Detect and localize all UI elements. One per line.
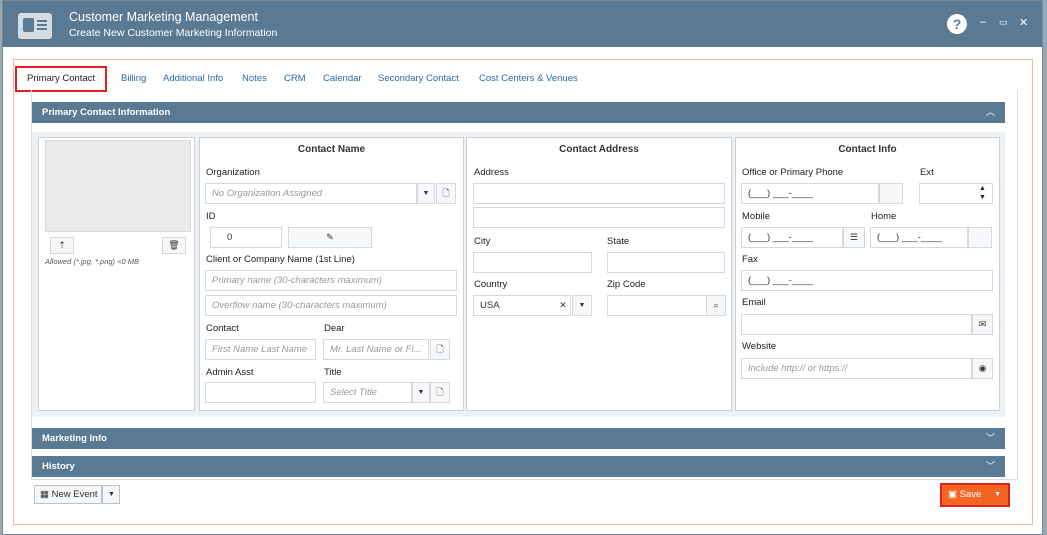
organization-label: Organization <box>206 167 260 178</box>
help-icon[interactable]: ? <box>947 14 967 34</box>
tab-secondary-contact[interactable]: Secondary Contact <box>378 68 459 90</box>
city-label: City <box>474 236 491 247</box>
home-label: Home <box>871 211 897 222</box>
tab-additional-info[interactable]: Additional Info <box>163 68 223 90</box>
history-section-header[interactable]: History ﹀ <box>32 456 1005 477</box>
chevron-down-icon[interactable]: ﹀ <box>986 456 995 477</box>
ext-label: Ext <box>920 167 934 178</box>
office-phone-input[interactable]: (___) ___-____ <box>741 183 879 204</box>
home-phone-input[interactable]: (___) ___-____ <box>870 227 968 248</box>
tab-crm[interactable]: CRM <box>284 68 306 90</box>
contact-address-title: Contact Address <box>559 144 639 155</box>
dear-document-icon[interactable]: 🗋 <box>430 339 450 360</box>
email-label: Email <box>742 297 766 308</box>
tab-billing[interactable]: Billing <box>121 68 146 90</box>
chevron-down-icon[interactable]: ﹀ <box>986 428 995 449</box>
country-label: Country <box>474 279 508 290</box>
contact-card-icon <box>18 13 52 39</box>
new-event-label: New Event <box>51 489 98 500</box>
window-subtitle: Create New Customer Marketing Informatio… <box>69 27 278 39</box>
chevron-up-icon[interactable]: ︿ <box>986 102 995 123</box>
rss-icon[interactable]: ☰ <box>843 227 865 248</box>
state-input[interactable] <box>607 252 725 273</box>
section-title: History <box>42 461 75 472</box>
home-phone-action[interactable] <box>968 227 992 248</box>
contact-name-title: Contact Name <box>297 144 366 155</box>
contact-address-box: Contact Address <box>466 137 732 411</box>
edit-pencil-icon[interactable]: ✎ <box>288 227 372 248</box>
tab-calendar[interactable]: Calendar <box>323 68 362 90</box>
admin-asst-label: Admin Asst <box>206 367 254 378</box>
title-bar: Customer Marketing Management Create New… <box>3 1 1042 47</box>
mobile-phone-input[interactable]: (___) ___-____ <box>741 227 843 248</box>
website-input[interactable]: Include http:// or https:// <box>741 358 972 379</box>
main-window: Customer Marketing Management Create New… <box>2 0 1043 535</box>
mobile-label: Mobile <box>742 211 770 222</box>
clear-icon[interactable]: ✕ <box>556 296 570 315</box>
save-dropdown-icon[interactable]: ▼ <box>994 485 1001 505</box>
photo-allowed-note: Allowed (*.jpg, *.png) <0 MB <box>45 257 140 266</box>
id-field: 0 <box>210 227 282 248</box>
title-select[interactable]: Select Title <box>323 382 412 403</box>
address-line2-input[interactable] <box>473 207 725 228</box>
office-phone-label: Office or Primary Phone <box>742 167 844 178</box>
marketing-info-section-header[interactable]: Marketing Info ﹀ <box>32 428 1005 449</box>
new-event-dropdown-icon[interactable]: ▼ <box>102 485 120 504</box>
minimize-button[interactable]: – <box>980 16 986 28</box>
primary-contact-section-header[interactable]: Primary Contact Information ︿ <box>32 102 1005 123</box>
tab-notes[interactable]: Notes <box>242 68 267 90</box>
state-label: State <box>607 236 630 247</box>
fax-input[interactable]: (___) ___-____ <box>741 270 993 291</box>
new-event-button[interactable]: ▦ New Event <box>34 485 102 504</box>
tab-cost-centers-venues[interactable]: Cost Centers & Venues <box>479 68 578 90</box>
save-button[interactable]: ▣ Save ▼ <box>940 483 1010 507</box>
envelope-icon[interactable]: ✉ <box>972 314 993 335</box>
country-dropdown-icon[interactable]: ▼ <box>572 295 592 316</box>
title-document-icon[interactable]: 🗋 <box>430 382 450 403</box>
zip-code-label: Zip Code <box>607 279 646 290</box>
upload-icon[interactable]: ⇡ <box>50 237 74 254</box>
maximize-button[interactable]: ▭ <box>999 17 1008 28</box>
id-label: ID <box>206 211 216 222</box>
floppy-disk-icon: ▣ <box>948 489 960 500</box>
website-label: Website <box>742 341 777 352</box>
contact-photo[interactable] <box>45 140 191 232</box>
tab-primary-contact[interactable]: Primary Contact <box>15 66 108 92</box>
address-line1-input[interactable] <box>473 183 725 204</box>
dear-label: Dear <box>324 323 345 334</box>
section-title: Marketing Info <box>42 433 107 444</box>
new-document-icon[interactable]: 🗋 <box>436 183 456 204</box>
admin-asst-input[interactable] <box>205 382 316 403</box>
globe-icon[interactable]: ◉ <box>972 358 993 379</box>
contact-name-input[interactable]: First Name Last Name <box>205 339 316 360</box>
client-name-label: Client or Company Name (1st Line) <box>206 254 355 265</box>
close-button[interactable]: ✕ <box>1019 16 1028 29</box>
title-label: Title <box>324 367 342 378</box>
email-input[interactable] <box>741 314 972 335</box>
organization-dropdown-icon[interactable]: ▼ <box>417 183 435 204</box>
city-input[interactable] <box>473 252 592 273</box>
zip-code-input[interactable] <box>607 295 707 316</box>
organization-input[interactable]: No Organization Assigned <box>205 183 417 204</box>
search-icon[interactable]: ⌕ <box>706 295 726 316</box>
section-title: Primary Contact Information <box>42 107 171 118</box>
fax-label: Fax <box>742 254 758 265</box>
dear-input[interactable]: Mr. Last Name or Fi... <box>323 339 429 360</box>
ext-stepper-icon[interactable]: ▲ ▼ <box>979 184 986 202</box>
contact-info-title: Contact Info <box>838 144 897 155</box>
calendar-icon: ▦ <box>40 489 52 500</box>
window-title: Customer Marketing Management <box>69 10 258 24</box>
title-dropdown-icon[interactable]: ▼ <box>412 382 430 403</box>
primary-name-input[interactable]: Primary name (30-characters maximum) <box>205 270 457 291</box>
save-label: Save <box>959 489 982 500</box>
address-label: Address <box>474 167 509 178</box>
office-phone-action[interactable] <box>879 183 903 204</box>
overflow-name-input[interactable]: Overflow name (30-characters maximum) <box>205 295 457 316</box>
trash-icon[interactable]: 🗑 <box>162 237 186 254</box>
contact-label: Contact <box>206 323 239 334</box>
